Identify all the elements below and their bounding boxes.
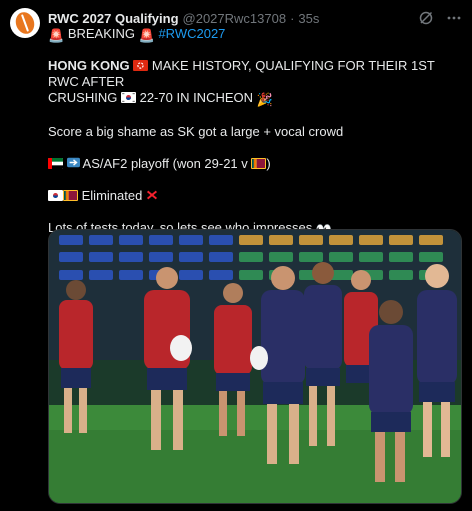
- tweet-text: HONG KONG MAKE HISTORY, QUALIFYING FOR T…: [48, 58, 464, 254]
- grok-icon[interactable]: [418, 10, 434, 26]
- south-korea-flag-icon: [48, 190, 63, 201]
- uae-flag-icon: [48, 158, 63, 169]
- playoff-text-end: ): [266, 156, 271, 171]
- police-light-icon: 🚨: [48, 28, 65, 43]
- score-line: Score a big shame as SK got a large + vo…: [48, 124, 344, 139]
- headline: HONG KONG MAKE HISTORY, QUALIFYING FOR T…: [48, 58, 464, 108]
- avatar[interactable]: [10, 8, 40, 38]
- playoff-line: AS/AF2 playoff (won 29-21 v ): [48, 156, 464, 172]
- cross-mark-icon: [146, 190, 157, 200]
- south-korea-flag-icon: [120, 92, 136, 103]
- tweet-header: RWC 2027 Qualifying @2027Rwc13708 · 35s: [48, 9, 462, 27]
- breaking-line: 🚨 BREAKING 🚨 #RWC2027: [48, 26, 225, 44]
- headline-text-2a: CRUSHING: [48, 90, 118, 105]
- right-arrow-icon: [66, 157, 80, 168]
- hashtag-link[interactable]: #RWC2027: [158, 26, 225, 41]
- hong-kong-flag-icon: [133, 60, 149, 71]
- breaking-label: BREAKING: [67, 26, 135, 41]
- headline-text-2b: 22-70 IN INCHEON: [139, 90, 254, 105]
- tweet[interactable]: RWC 2027 Qualifying @2027Rwc13708 · 35s …: [0, 0, 472, 511]
- separator: ·: [290, 10, 295, 26]
- handle[interactable]: @2027Rwc13708: [183, 11, 287, 26]
- rugby-ball-icon: [12, 9, 38, 37]
- party-popper-icon: 🎉: [256, 92, 273, 107]
- photo-rugby-training: [49, 230, 461, 503]
- sri-lanka-flag-icon: [63, 190, 78, 201]
- display-name[interactable]: RWC 2027 Qualifying: [48, 11, 179, 26]
- more-icon[interactable]: [446, 10, 462, 26]
- sri-lanka-flag-icon: [251, 158, 267, 169]
- police-light-icon: 🚨: [138, 28, 155, 43]
- eliminated-text: Eliminated: [81, 188, 143, 203]
- timestamp[interactable]: 35s: [298, 11, 319, 26]
- tweet-photo[interactable]: [48, 229, 462, 504]
- headline-bold: HONG KONG: [48, 58, 130, 73]
- playoff-text: AS/AF2 playoff (won 29-21 v: [82, 156, 248, 171]
- eliminated-line: Eliminated: [48, 188, 464, 204]
